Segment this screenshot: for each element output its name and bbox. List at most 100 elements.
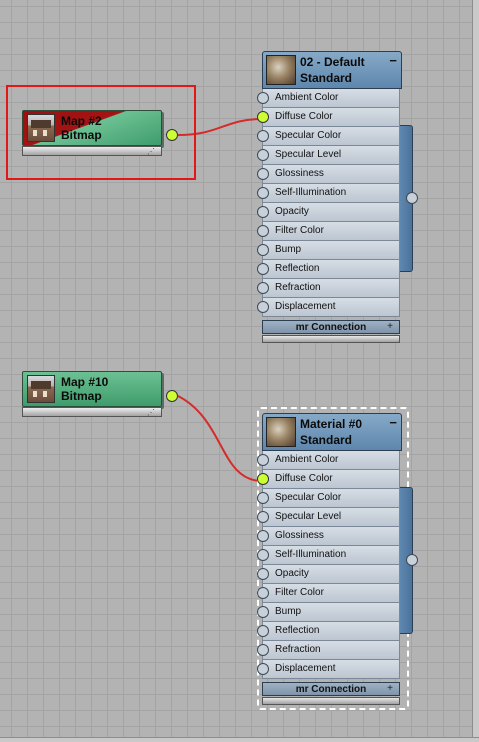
output-socket-default[interactable] — [406, 192, 418, 204]
material-node-header[interactable]: 02 - Default Standard − — [262, 51, 402, 89]
map-node-type: Bitmap — [61, 128, 102, 142]
slot-label: Bump — [275, 244, 302, 255]
wire-map10-to-material0-diffuse[interactable] — [177, 395, 263, 482]
input-socket[interactable] — [257, 454, 269, 466]
input-socket[interactable] — [257, 225, 269, 237]
input-socket-connected[interactable] — [257, 473, 269, 485]
slot-diffuse-color[interactable]: Diffuse Color — [257, 470, 400, 489]
expand-icon[interactable]: + — [387, 683, 393, 694]
canvas-right-edge — [472, 0, 479, 742]
expand-icon[interactable]: + — [387, 321, 393, 332]
slot-refraction[interactable]: Refraction — [257, 641, 400, 660]
material-node-title: Material #0 — [300, 417, 363, 431]
slot-refraction[interactable]: Refraction — [257, 279, 400, 298]
slot-glossiness[interactable]: Glossiness — [257, 527, 400, 546]
input-socket[interactable] — [257, 549, 269, 561]
slot-label: Ambient Color — [275, 454, 339, 465]
slot-label: Specular Level — [275, 511, 342, 522]
material-preview-icon — [266, 55, 296, 85]
slot-reflection[interactable]: Reflection — [257, 622, 400, 641]
map-node-map2[interactable]: Map #2 Bitmap ⋰ — [22, 110, 162, 158]
material-slot-list: Ambient Color Diffuse Color Specular Col… — [257, 89, 400, 317]
slot-ambient-color[interactable]: Ambient Color — [257, 89, 400, 108]
slot-label: Opacity — [275, 206, 309, 217]
map-node-type: Bitmap — [61, 389, 102, 403]
input-socket[interactable] — [257, 492, 269, 504]
slot-label: Diffuse Color — [275, 473, 333, 484]
slot-opacity[interactable]: Opacity — [257, 565, 400, 584]
collapse-button[interactable]: − — [389, 415, 397, 430]
map-node-body[interactable]: Map #2 Bitmap — [22, 110, 162, 146]
slot-displacement[interactable]: Displacement — [257, 660, 400, 679]
slot-displacement[interactable]: Displacement — [257, 298, 400, 317]
input-socket[interactable] — [257, 149, 269, 161]
mr-connection-label: mr Connection — [295, 684, 367, 695]
material-node-base — [262, 335, 400, 343]
slot-label: Refraction — [275, 282, 321, 293]
output-socket-material0[interactable] — [406, 554, 418, 566]
mr-connection-rollout[interactable]: mr Connection + — [262, 682, 400, 696]
slot-self-illumination[interactable]: Self-Illumination — [257, 546, 400, 565]
input-socket[interactable] — [257, 92, 269, 104]
slot-label: Bump — [275, 606, 302, 617]
slot-ambient-color[interactable]: Ambient Color — [257, 451, 400, 470]
input-socket[interactable] — [257, 625, 269, 637]
slot-filter-color[interactable]: Filter Color — [257, 584, 400, 603]
map-node-body[interactable]: Map #10 Bitmap — [22, 371, 162, 407]
output-socket-map2[interactable] — [166, 129, 178, 141]
output-socket-map10[interactable] — [166, 390, 178, 402]
slot-label: Displacement — [275, 663, 336, 674]
mr-connection-rollout[interactable]: mr Connection + — [262, 320, 400, 334]
slot-specular-color[interactable]: Specular Color — [257, 127, 400, 146]
input-socket[interactable] — [257, 644, 269, 656]
input-socket[interactable] — [257, 244, 269, 256]
house-photo-icon — [27, 375, 55, 403]
input-socket[interactable] — [257, 301, 269, 313]
slot-label: Specular Color — [275, 130, 342, 141]
slot-bump[interactable]: Bump — [257, 603, 400, 622]
input-socket[interactable] — [257, 282, 269, 294]
slot-diffuse-color[interactable]: Diffuse Color — [257, 108, 400, 127]
slot-bump[interactable]: Bump — [257, 241, 400, 260]
input-socket[interactable] — [257, 568, 269, 580]
material-preview-icon — [266, 417, 296, 447]
slot-label: Specular Color — [275, 492, 342, 503]
slot-label: Reflection — [275, 625, 320, 636]
input-socket[interactable] — [257, 263, 269, 275]
map-node-base: ⋰ — [22, 407, 162, 417]
input-socket[interactable] — [257, 606, 269, 618]
slot-specular-color[interactable]: Specular Color — [257, 489, 400, 508]
slot-specular-level[interactable]: Specular Level — [257, 146, 400, 165]
slot-opacity[interactable]: Opacity — [257, 203, 400, 222]
slot-filter-color[interactable]: Filter Color — [257, 222, 400, 241]
map-node-base: ⋰ — [22, 146, 162, 156]
map-node-title: Map #2 — [61, 114, 102, 128]
resize-grip-icon[interactable]: ⋰ — [147, 409, 155, 417]
slot-glossiness[interactable]: Glossiness — [257, 165, 400, 184]
material-node-header[interactable]: Material #0 Standard − — [262, 413, 402, 451]
slot-label: Self-Illumination — [275, 549, 347, 560]
input-socket[interactable] — [257, 168, 269, 180]
input-socket[interactable] — [257, 663, 269, 675]
input-socket[interactable] — [257, 130, 269, 142]
slot-label: Filter Color — [275, 225, 324, 236]
input-socket[interactable] — [257, 511, 269, 523]
mr-connection-label: mr Connection — [295, 322, 367, 333]
slot-label: Specular Level — [275, 149, 342, 160]
node-editor-canvas[interactable]: Map #2 Bitmap ⋰ Map #10 Bitmap ⋰ 02 - De… — [0, 0, 479, 742]
input-socket[interactable] — [257, 206, 269, 218]
resize-grip-icon[interactable]: ⋰ — [147, 148, 155, 156]
material-node-type: Standard — [300, 433, 353, 447]
collapse-button[interactable]: − — [389, 53, 397, 68]
input-socket[interactable] — [257, 187, 269, 199]
map-node-map10[interactable]: Map #10 Bitmap ⋰ — [22, 371, 162, 419]
input-socket[interactable] — [257, 587, 269, 599]
slot-label: Glossiness — [275, 530, 324, 541]
input-socket-connected[interactable] — [257, 111, 269, 123]
slot-self-illumination[interactable]: Self-Illumination — [257, 184, 400, 203]
slot-label: Self-Illumination — [275, 187, 347, 198]
input-socket[interactable] — [257, 530, 269, 542]
slot-specular-level[interactable]: Specular Level — [257, 508, 400, 527]
slot-label: Opacity — [275, 568, 309, 579]
slot-reflection[interactable]: Reflection — [257, 260, 400, 279]
